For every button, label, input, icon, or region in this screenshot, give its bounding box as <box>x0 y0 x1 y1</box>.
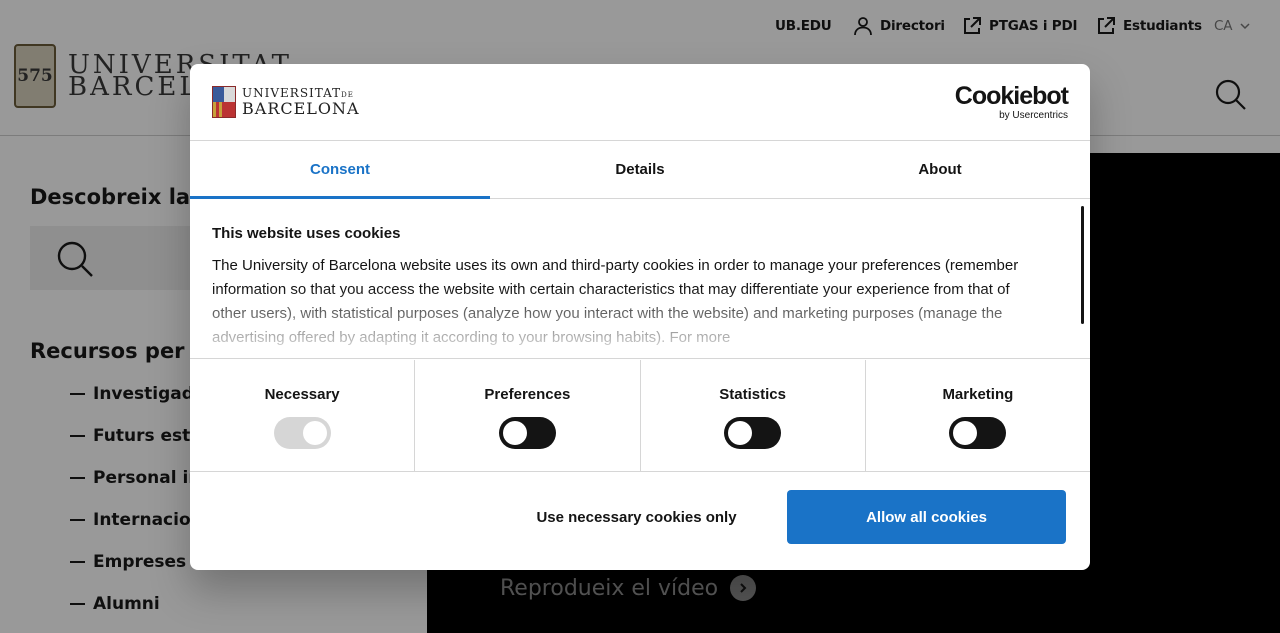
preferences-toggle[interactable] <box>498 417 556 449</box>
consent-text-area[interactable]: This website uses cookies The University… <box>190 199 1090 359</box>
category-preferences: Preferences <box>415 360 641 471</box>
provider-subtitle: by Usercentrics <box>999 110 1068 121</box>
text-fade <box>190 288 1070 358</box>
shield-icon <box>212 86 236 118</box>
consent-title: This website uses cookies <box>212 225 401 242</box>
category-label: Necessary <box>264 386 340 403</box>
category-label: Statistics <box>719 386 786 403</box>
consent-categories: Necessary Preferences Statistics Marketi… <box>190 360 1090 472</box>
category-statistics: Statistics <box>641 360 866 471</box>
statistics-toggle[interactable] <box>724 417 782 449</box>
university-logo: UNIVERSITATDE BARCELONA <box>212 86 360 118</box>
use-necessary-only-button[interactable]: Use necessary cookies only <box>498 490 775 544</box>
category-necessary: Necessary <box>190 360 416 471</box>
category-label: Marketing <box>942 386 1014 403</box>
brand-line1: UNIVERSITAT <box>242 86 342 100</box>
category-label: Preferences <box>484 386 571 403</box>
marketing-toggle[interactable] <box>949 417 1007 449</box>
necessary-toggle <box>273 417 331 449</box>
tab-details[interactable]: Details <box>490 141 790 198</box>
category-marketing: Marketing <box>866 360 1090 471</box>
provider-name: Cookiebot <box>954 82 1069 110</box>
dialog-tabs: Consent Details About <box>190 141 1090 199</box>
tab-consent[interactable]: Consent <box>190 141 490 199</box>
dialog-actions: Use necessary cookies only Allow all coo… <box>190 473 1090 570</box>
cookie-consent-dialog: UNIVERSITATDE BARCELONA Cookiebot by Use… <box>190 64 1090 570</box>
brand-line2: BARCELONA <box>242 99 360 118</box>
scrollbar[interactable] <box>1081 206 1084 324</box>
university-name: UNIVERSITATDE BARCELONA <box>242 87 360 117</box>
dialog-header: UNIVERSITATDE BARCELONA Cookiebot by Use… <box>190 64 1090 141</box>
cookiebot-logo[interactable]: Cookiebot by Usercentrics <box>954 82 1069 122</box>
tab-about[interactable]: About <box>790 141 1090 198</box>
brand-line1-suffix: DE <box>341 91 354 99</box>
allow-all-cookies-button[interactable]: Allow all cookies <box>787 490 1066 544</box>
